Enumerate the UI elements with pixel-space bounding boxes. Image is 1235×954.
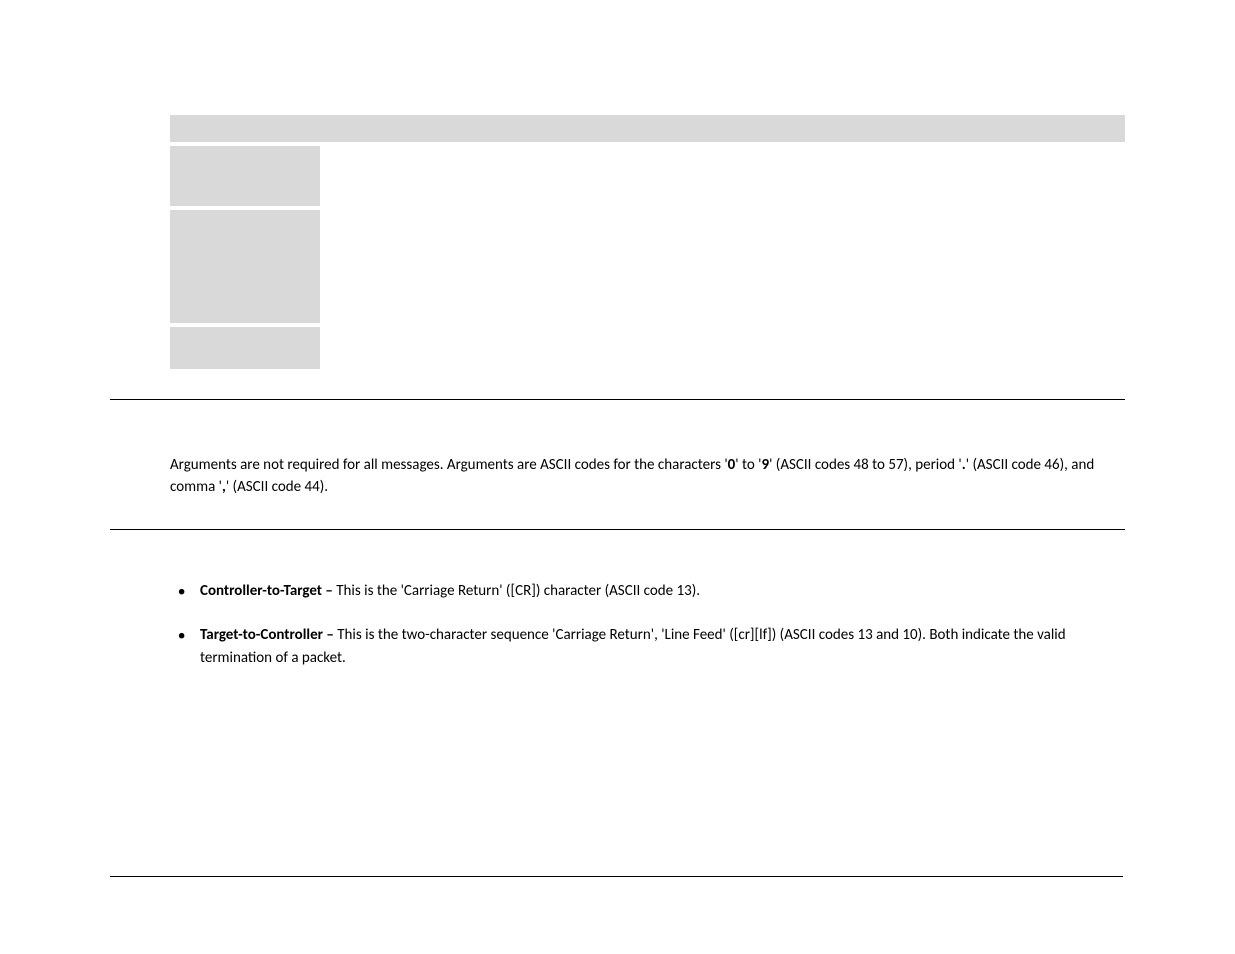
bullet-icon: ● bbox=[170, 580, 200, 601]
list-item: ● Target-to-Controller – This is the two… bbox=[170, 624, 1125, 669]
table-row bbox=[170, 327, 1125, 369]
table-cell bbox=[320, 146, 1125, 206]
list-item-content: Controller-to-Target – This is the 'Carr… bbox=[200, 580, 1125, 603]
text-bold: 9 bbox=[761, 456, 769, 474]
table-cell bbox=[320, 115, 1125, 142]
table-cell bbox=[170, 327, 320, 369]
arguments-paragraph: Arguments are not required for all messa… bbox=[170, 400, 1115, 529]
table-row bbox=[170, 115, 1125, 142]
list-item-text: This is the 'Carriage Return' ([CR]) cha… bbox=[336, 582, 700, 600]
list-item-label: Target-to-Controller – bbox=[200, 626, 337, 644]
footer-divider bbox=[110, 876, 1123, 877]
table-cell bbox=[320, 210, 1125, 323]
table-cell bbox=[320, 327, 1125, 369]
text: Arguments are not required for all messa… bbox=[170, 456, 728, 474]
list-item-label: Controller-to-Target – bbox=[200, 582, 336, 600]
table-row bbox=[170, 210, 1125, 323]
list-item: ● Controller-to-Target – This is the 'Ca… bbox=[170, 580, 1125, 603]
table-cell bbox=[170, 210, 320, 323]
list-item-content: Target-to-Controller – This is the two-c… bbox=[200, 624, 1125, 669]
table-cell bbox=[170, 115, 320, 142]
table-cell bbox=[170, 146, 320, 206]
table-row bbox=[170, 146, 1125, 206]
text: ' (ASCII codes 48 to 57), period ' bbox=[769, 456, 962, 474]
bullet-list: ● Controller-to-Target – This is the 'Ca… bbox=[170, 530, 1125, 670]
text: ' (ASCII code 44). bbox=[226, 478, 328, 496]
text: ' to ' bbox=[735, 456, 761, 474]
bullet-icon: ● bbox=[170, 624, 200, 645]
table-area bbox=[170, 115, 1125, 369]
